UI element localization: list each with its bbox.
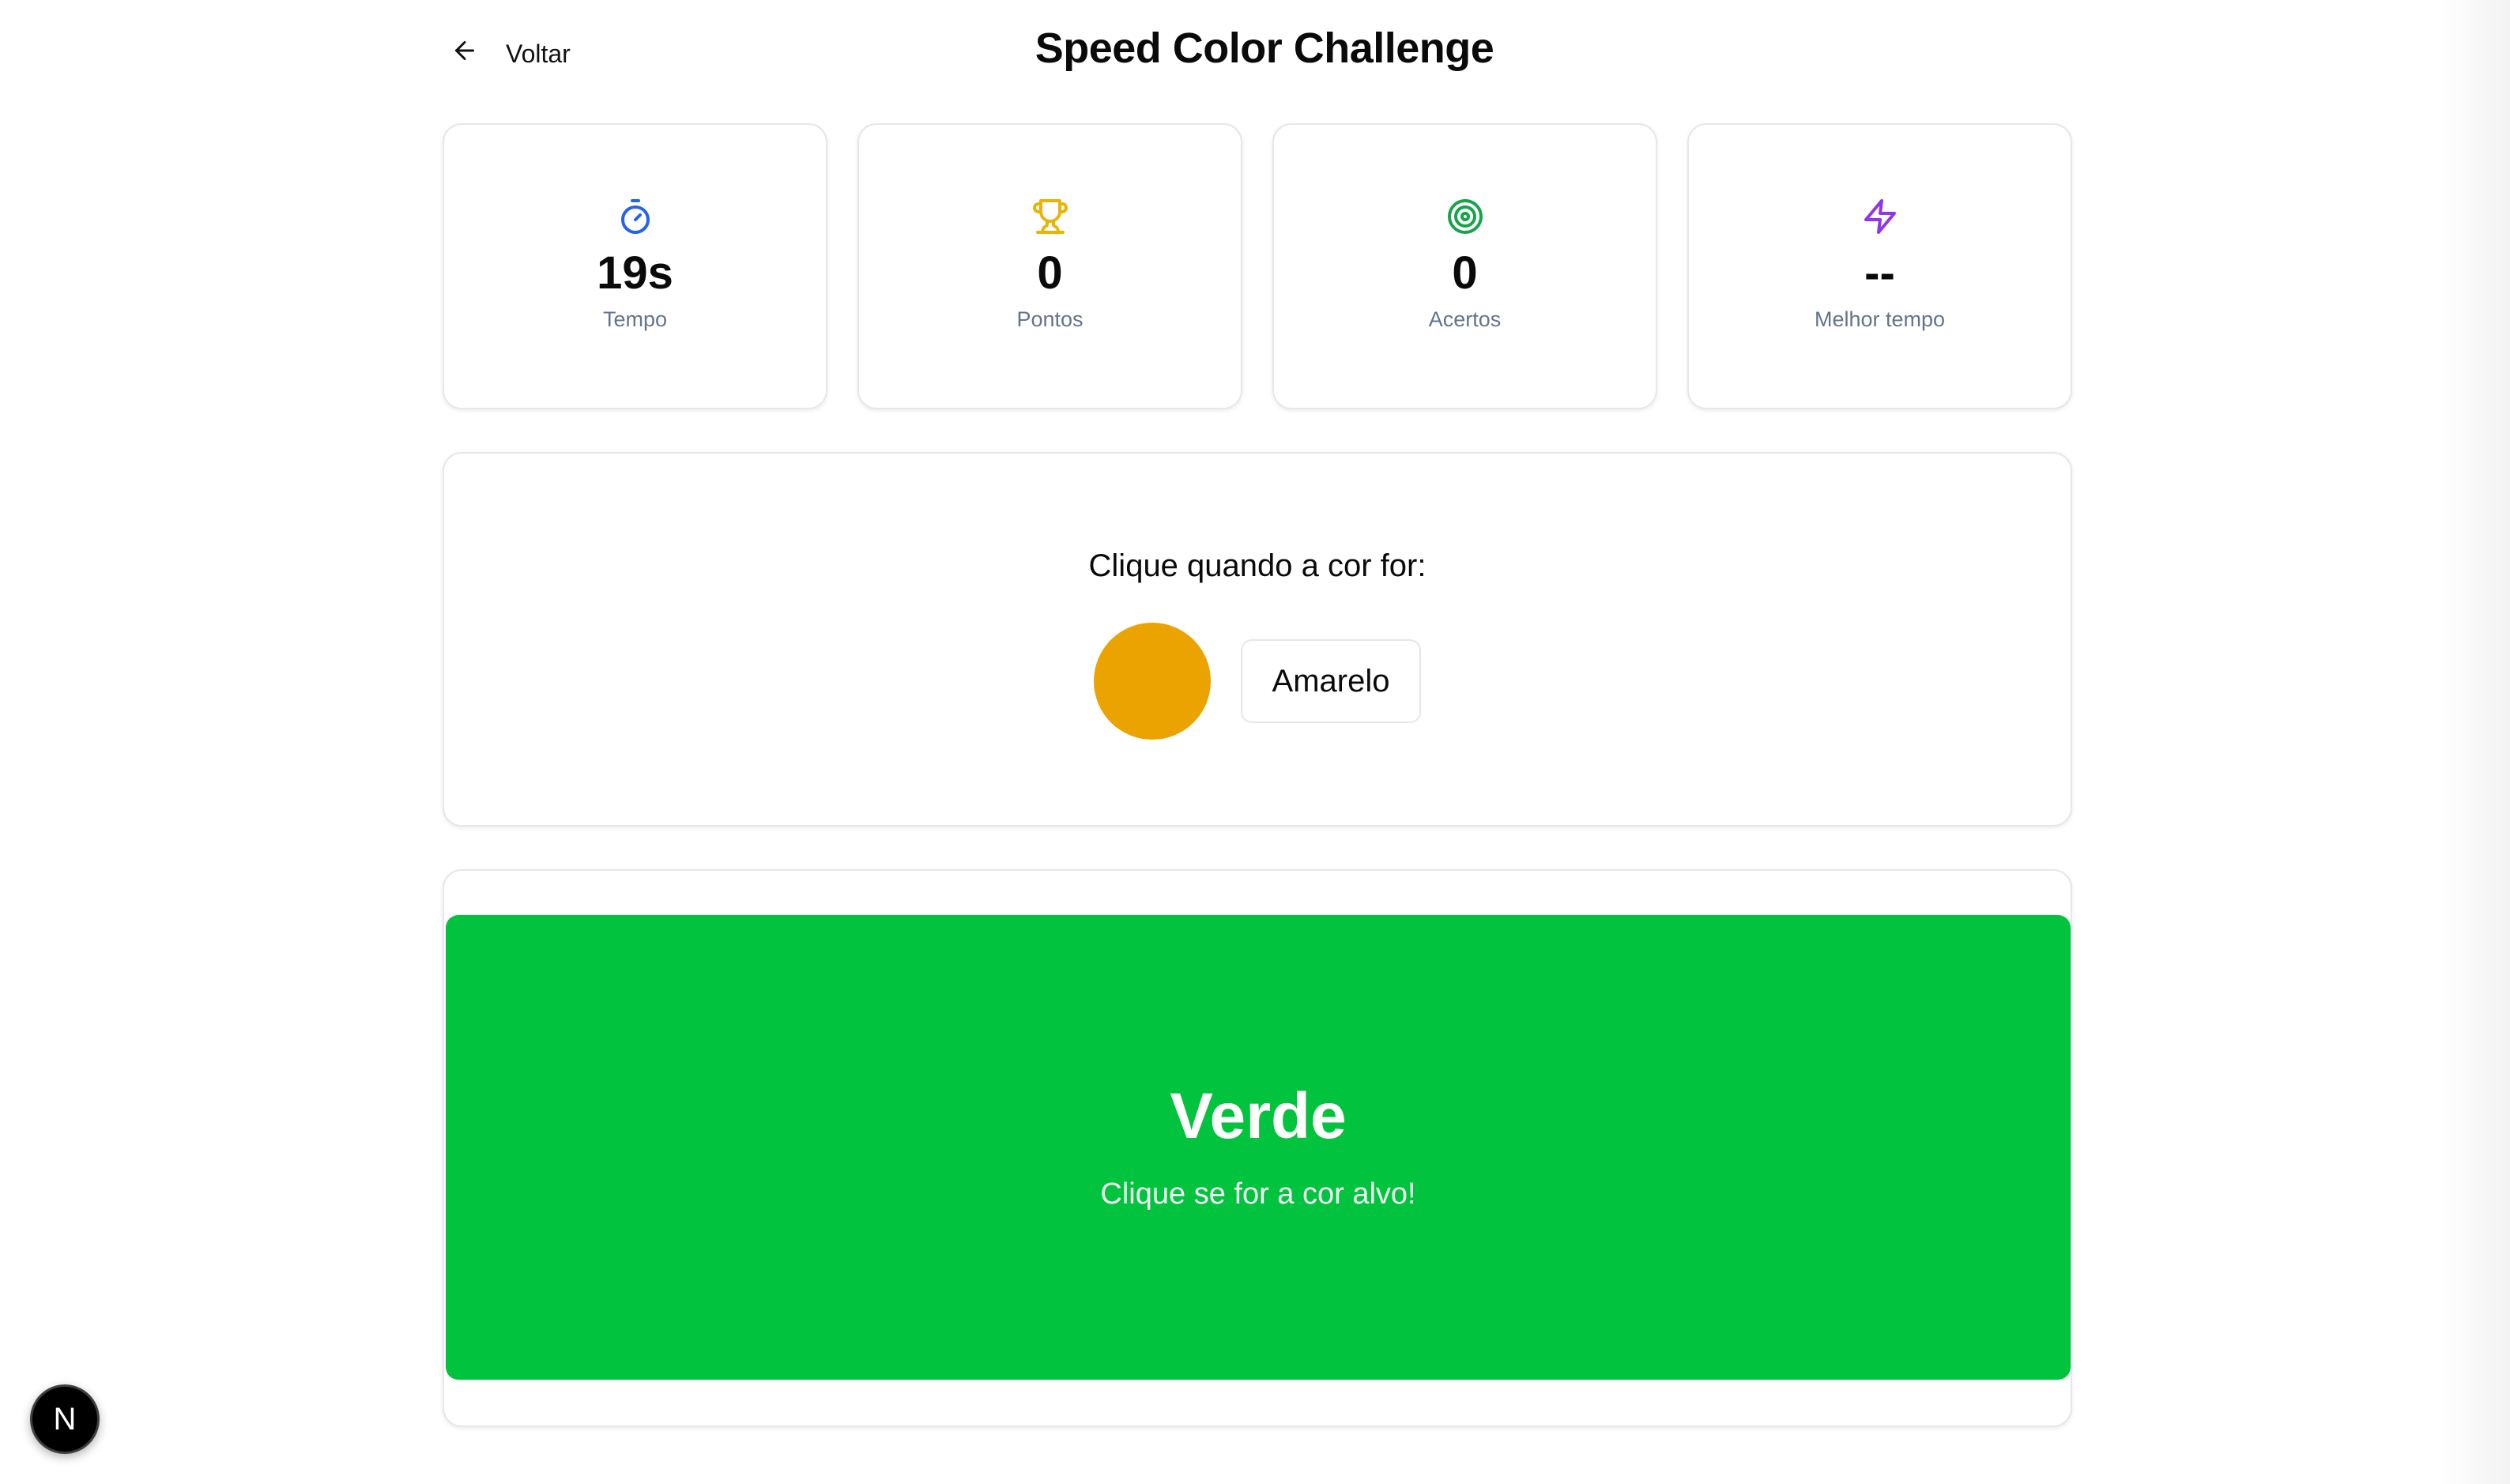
back-button[interactable]: Voltar (450, 32, 571, 76)
zap-icon (1861, 198, 1899, 239)
stat-value-hits: 0 (1452, 247, 1478, 299)
stat-label-best-time: Melhor tempo (1814, 307, 1946, 331)
stat-value-best-time: -- (1864, 247, 1895, 299)
stat-label-points: Pontos (1016, 307, 1084, 331)
target-icon (1446, 198, 1484, 239)
stat-value-points: 0 (1037, 247, 1063, 299)
target-card: Clique quando a cor for: Amarelo (443, 452, 2072, 827)
page-title: Speed Color Challenge (1035, 24, 1494, 72)
stat-label-time: Tempo (602, 307, 668, 331)
trophy-icon (1031, 198, 1069, 239)
target-row: Amarelo (444, 623, 2071, 740)
target-prompt: Clique quando a cor for: (1088, 548, 1426, 583)
page: Voltar Speed Color Challenge 19s Tempo 0… (0, 0, 2510, 1484)
play-card: Verde Clique se for a cor alvo! (443, 869, 2072, 1427)
target-color-name: Amarelo (1240, 639, 1422, 723)
stat-card-hits: 0 Acertos (1272, 123, 1657, 409)
color-hint: Clique se for a cor alvo! (1100, 1177, 1416, 1211)
stats-row: 19s Tempo 0 Pontos 0 Acertos -- Melhor t… (443, 123, 2072, 409)
back-label: Voltar (506, 39, 571, 68)
color-click-button[interactable]: Verde Clique se for a cor alvo! (446, 915, 2071, 1380)
stat-card-points: 0 Pontos (857, 123, 1242, 409)
color-word: Verde (1170, 1079, 1347, 1152)
arrow-left-icon (450, 36, 479, 71)
edge-shade (2439, 0, 2510, 1484)
stat-card-best-time: -- Melhor tempo (1687, 123, 2072, 409)
timer-icon (616, 198, 654, 239)
stat-value-time: 19s (597, 247, 673, 299)
stat-card-time: 19s Tempo (443, 123, 827, 409)
nextjs-badge[interactable]: N (30, 1384, 100, 1454)
target-color-swatch (1093, 623, 1211, 740)
stat-label-hits: Acertos (1428, 307, 1502, 331)
